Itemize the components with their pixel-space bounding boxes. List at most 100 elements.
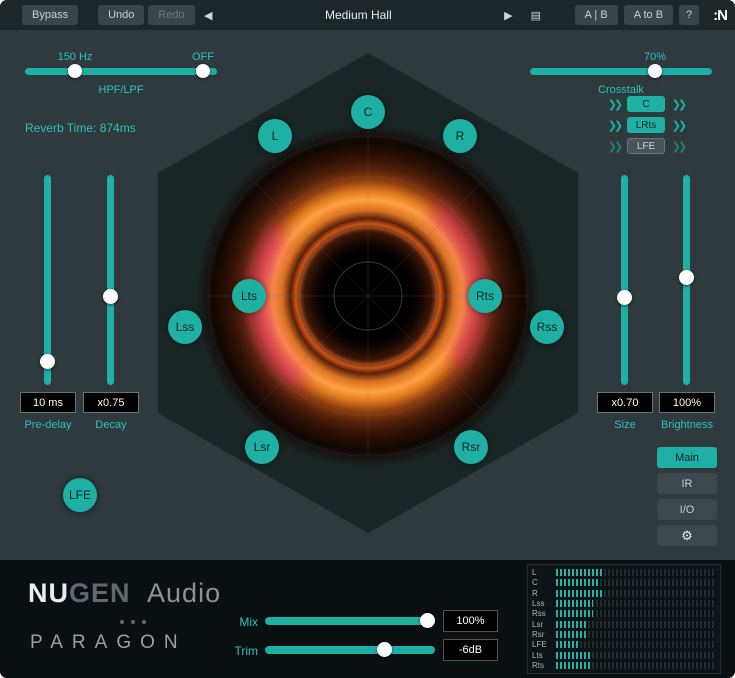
trim-slider-track[interactable] xyxy=(265,646,435,654)
page-tab-io[interactable]: I/O xyxy=(657,499,717,520)
meter-fill xyxy=(556,610,593,617)
trim-value[interactable]: -6dB xyxy=(443,639,498,661)
brand-gen: GEN xyxy=(69,578,131,608)
routing-row-lrts: ❯❯ LRts ❯❯ xyxy=(605,117,723,133)
meter-row: Lts xyxy=(532,651,716,660)
meter-bar xyxy=(556,569,716,576)
decay-fader-handle[interactable] xyxy=(103,289,118,304)
chevron-in-icon[interactable]: ❯❯ xyxy=(605,119,623,132)
mix-label: Mix xyxy=(222,615,258,629)
page-tab-main[interactable]: Main xyxy=(657,447,717,468)
chevron-in-icon[interactable]: ❯❯ xyxy=(605,140,623,153)
mix-slider-track[interactable] xyxy=(265,617,435,625)
meter-fill xyxy=(556,652,590,659)
lpf-handle[interactable] xyxy=(196,64,210,78)
meter-channel-label: Lsr xyxy=(532,620,556,629)
trim-slider-handle[interactable] xyxy=(377,642,392,657)
reverb-time-readout: Reverb Time: 874ms xyxy=(25,121,136,135)
meter-channel-label: Lss xyxy=(532,599,556,608)
undo-button[interactable]: Undo xyxy=(98,5,144,25)
pre-delay-value[interactable]: 10 ms xyxy=(20,392,76,413)
brand-logo: NUGEN Audio xyxy=(28,578,221,609)
channel-node-rts[interactable]: Rts xyxy=(468,279,502,313)
settings-gear-icon[interactable]: ⚙ xyxy=(657,525,717,546)
channel-node-l[interactable]: L xyxy=(258,119,292,153)
chevron-out-icon[interactable]: ❯❯ xyxy=(669,140,687,153)
brand-nu: NU xyxy=(28,578,69,608)
meter-row: R xyxy=(532,589,716,598)
meters-panel: LCRLssRss LsrRsrLFE LtsRts xyxy=(527,564,721,674)
routing-lfe-button[interactable]: LFE xyxy=(627,138,665,154)
meter-fill xyxy=(556,621,588,628)
routing-row-c: ❯❯ C ❯❯ xyxy=(605,96,723,112)
crosstalk-track[interactable] xyxy=(530,68,712,75)
preset-prev-icon[interactable]: ◀ xyxy=(200,9,216,22)
bypass-button[interactable]: Bypass xyxy=(22,5,78,25)
size-value[interactable]: x0.70 xyxy=(597,392,653,413)
meter-bar xyxy=(556,600,716,607)
chevron-out-icon[interactable]: ❯❯ xyxy=(669,119,687,132)
channel-node-lts[interactable]: Lts xyxy=(232,279,266,313)
preset-name[interactable]: Medium Hall xyxy=(325,8,392,22)
mix-slider-handle[interactable] xyxy=(420,613,435,628)
routing-c-button[interactable]: C xyxy=(627,96,665,112)
channel-node-lfe[interactable]: LFE xyxy=(63,478,97,512)
decay-fader-track[interactable] xyxy=(107,175,114,385)
decay-value[interactable]: x0.75 xyxy=(83,392,139,413)
channel-node-rss[interactable]: Rss xyxy=(530,310,564,344)
preset-next-icon[interactable]: ▶ xyxy=(500,9,516,22)
decay-label: Decay xyxy=(81,419,141,431)
size-fader-track[interactable] xyxy=(621,175,628,385)
meter-channel-label: R xyxy=(532,589,556,598)
hpf-value: 150 Hz xyxy=(58,51,93,63)
meter-row: Rts xyxy=(532,661,716,670)
pre-delay-label: Pre-delay xyxy=(18,419,78,431)
channel-node-rsr[interactable]: Rsr xyxy=(454,430,488,464)
meter-row: Rss xyxy=(532,609,716,618)
meter-row: LFE xyxy=(532,640,716,649)
meter-bar xyxy=(556,590,716,597)
meter-row: Lss xyxy=(532,599,716,608)
brightness-fader-handle[interactable] xyxy=(679,270,694,285)
brightness-label: Brightness xyxy=(649,419,725,431)
size-label: Size xyxy=(595,419,655,431)
hpf-handle[interactable] xyxy=(68,64,82,78)
meter-row: Rsr xyxy=(532,630,716,639)
redo-button[interactable]: Redo xyxy=(148,5,194,25)
channel-node-c[interactable]: C xyxy=(351,95,385,129)
brand-audio: Audio xyxy=(147,578,221,608)
meter-channel-label: L xyxy=(532,568,556,577)
chevron-out-icon[interactable]: ❯❯ xyxy=(669,98,687,111)
meter-fill xyxy=(556,631,588,638)
help-button[interactable]: ? xyxy=(679,5,699,25)
hpf-lpf-slider-group: 150 Hz OFF HPF/LPF xyxy=(25,52,217,102)
pre-delay-fader-handle[interactable] xyxy=(40,354,55,369)
top-bar-right: A | B A to B ? :N xyxy=(575,5,727,25)
meter-fill xyxy=(556,600,593,607)
meter-fill xyxy=(556,579,599,586)
meter-channel-label: LFE xyxy=(532,640,556,649)
hpf-lpf-track[interactable] xyxy=(25,68,217,75)
a-to-b-button[interactable]: A to B xyxy=(624,5,673,25)
brand-dots xyxy=(120,620,146,624)
mix-value[interactable]: 100% xyxy=(443,610,498,632)
crosstalk-value: 70% xyxy=(644,51,666,63)
crosstalk-label: Crosstalk xyxy=(530,84,712,96)
size-fader-handle[interactable] xyxy=(617,290,632,305)
routing-lrts-button[interactable]: LRts xyxy=(627,117,665,133)
page-tab-ir[interactable]: IR xyxy=(657,473,717,494)
ab-toggle-button[interactable]: A | B xyxy=(575,5,618,25)
preset-list-icon[interactable]: ▤ xyxy=(527,9,545,22)
meter-bar xyxy=(556,641,716,648)
channel-node-lsr[interactable]: Lsr xyxy=(245,430,279,464)
meter-row: C xyxy=(532,578,716,587)
main-panel: C L R Lts Rts Lss Rss Lsr Rsr LFE 150 Hz… xyxy=(0,30,735,560)
brightness-value[interactable]: 100% xyxy=(659,392,715,413)
channel-node-lss[interactable]: Lss xyxy=(168,310,202,344)
meter-row: L xyxy=(532,568,716,577)
crosstalk-slider-group: 70% Crosstalk xyxy=(530,52,712,102)
channel-node-r[interactable]: R xyxy=(443,119,477,153)
crosstalk-handle[interactable] xyxy=(648,64,662,78)
meter-bar xyxy=(556,662,716,669)
chevron-in-icon[interactable]: ❯❯ xyxy=(605,98,623,111)
